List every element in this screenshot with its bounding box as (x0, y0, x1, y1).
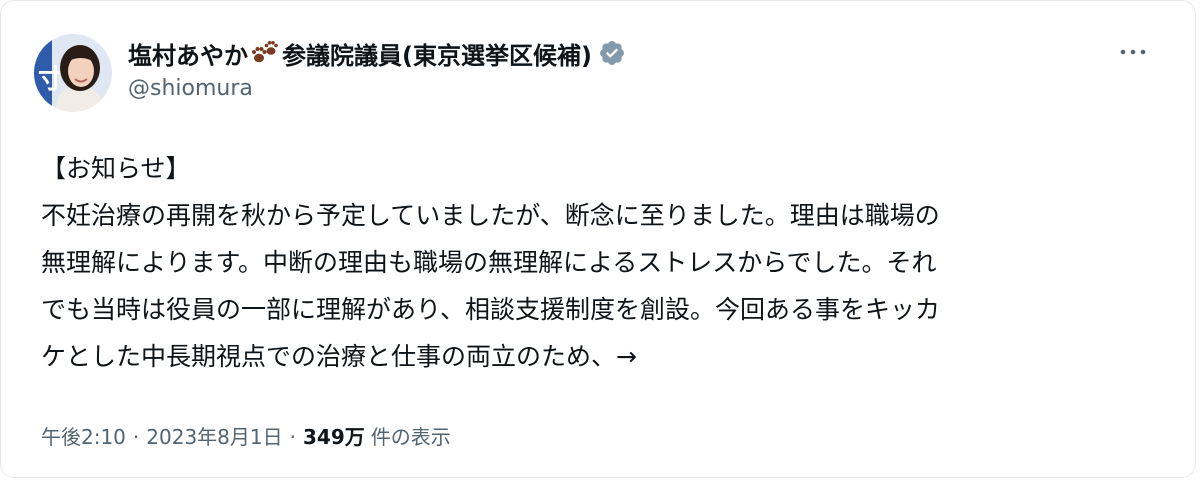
paw-prints-icon (250, 38, 280, 68)
tweet-text: 【お知らせ】 不妊治療の再開を秋から予定していましたが、断念に至りました。理由は… (41, 145, 1171, 380)
tweet-card: 寸 塩村あやか 参議院議員(東京選挙区候補) @shiomura 【お知らせ】 … (0, 0, 1196, 478)
avatar-photo: 寸 (34, 34, 112, 112)
tweet-header: 塩村あやか 参議院議員(東京選挙区候補) @shiomura (128, 37, 626, 101)
more-options-button[interactable] (1117, 41, 1149, 63)
view-count-label: 件の表示 (370, 425, 451, 449)
author-display-name[interactable]: 塩村あやか (128, 36, 248, 71)
author-handle[interactable]: @shiomura (128, 76, 626, 101)
tweet-text-line: 不妊治療の再開を秋から予定していましたが、断念に至りました。理由は職場の (41, 201, 940, 230)
avatar[interactable]: 寸 (34, 34, 112, 112)
tweet-text-line: ケとした中長期視点での治療と仕事の両立のため、→ (41, 342, 637, 371)
more-horizontal-icon (1120, 49, 1146, 55)
meta-separator: · (289, 425, 296, 449)
tweet-timestamp-date[interactable]: 2023年8月1日 (146, 421, 282, 450)
tweet-text-line: 無理解によります。中断の理由も職場の無理解によるストレスからでした。それ (41, 248, 937, 277)
tweet-text-line: 【お知らせ】 (41, 154, 191, 183)
tweet-timestamp-time[interactable]: 午後2:10 (41, 421, 126, 450)
author-name-suffix[interactable]: 参議院議員(東京選挙区候補) (282, 36, 592, 71)
tweet-metadata: 午後2:10 · 2023年8月1日 · 349万 件の表示 (41, 421, 451, 450)
view-count[interactable]: 349万 (303, 421, 365, 450)
meta-separator: · (132, 425, 140, 449)
author-name-row[interactable]: 塩村あやか 参議院議員(東京選挙区候補) (128, 36, 626, 71)
verified-badge-icon[interactable] (598, 39, 626, 67)
tweet-text-line: でも当時は役員の一部に理解があり、相談支援制度を創設。今回ある事をキッカ (41, 295, 941, 324)
